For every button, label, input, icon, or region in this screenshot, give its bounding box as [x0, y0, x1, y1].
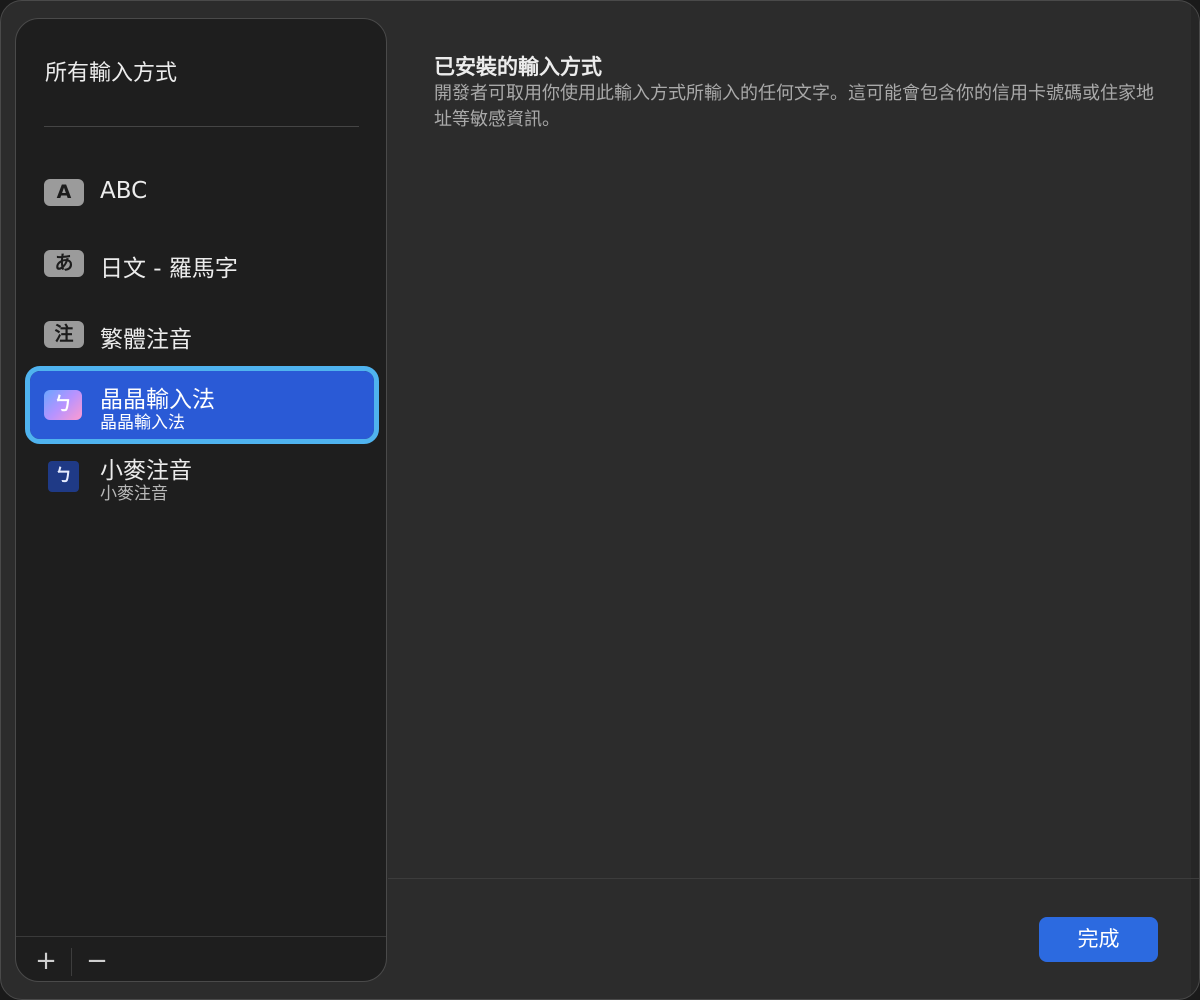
sidebar-footer-divider [16, 936, 386, 937]
input-method-label: 日文 - 羅馬字 [100, 256, 238, 282]
remove-input-method-button[interactable]: − [83, 947, 111, 975]
zhuyin-badge-icon: 注 [44, 321, 84, 348]
installed-input-methods-title: 已安裝的輸入方式 [434, 55, 602, 79]
input-method-item-jingjing[interactable]: ㄅ 晶晶輸入法 晶晶輸入法 [25, 366, 379, 444]
background-window-edge [1191, 1, 1199, 999]
input-method-item-zhuyin[interactable]: 注 繁體注音 [30, 300, 374, 368]
add-input-method-button[interactable]: + [32, 947, 60, 975]
done-button[interactable]: 完成 [1039, 917, 1158, 962]
mcbopomofo-app-icon: ㄅ [48, 461, 79, 492]
input-method-label: ABC [100, 178, 148, 204]
input-methods-sidebar: 所有輸入方式 A ABC あ 日文 - 羅馬字 注 繁體注音 ㄅ 晶晶輸入法 晶… [15, 18, 387, 982]
input-method-label: 繁體注音 [100, 327, 192, 353]
input-method-item-abc[interactable]: A ABC [30, 158, 374, 226]
input-method-item-japanese-romaji[interactable]: あ 日文 - 羅馬字 [30, 229, 374, 297]
sidebar-title: 所有輸入方式 [45, 61, 178, 86]
footer-divider [388, 878, 1199, 879]
input-method-sublabel: 晶晶輸入法 [100, 413, 185, 433]
abc-badge-icon: A [44, 179, 84, 206]
footer-separator [71, 948, 72, 976]
input-method-item-mcbopomofo[interactable]: ㄅ 小麥注音 小麥注音 [30, 442, 374, 510]
sidebar-divider [44, 126, 359, 127]
input-method-sublabel: 小麥注音 [100, 484, 168, 504]
privacy-description: 開發者可取用你使用此輸入方式所輸入的任何文字。這可能會包含你的信用卡號碼或住家地… [434, 83, 1154, 130]
japanese-badge-icon: あ [44, 250, 84, 277]
input-sources-sheet: 所有輸入方式 A ABC あ 日文 - 羅馬字 注 繁體注音 ㄅ 晶晶輸入法 晶… [0, 0, 1200, 1000]
jingjing-app-icon: ㄅ [44, 390, 82, 420]
